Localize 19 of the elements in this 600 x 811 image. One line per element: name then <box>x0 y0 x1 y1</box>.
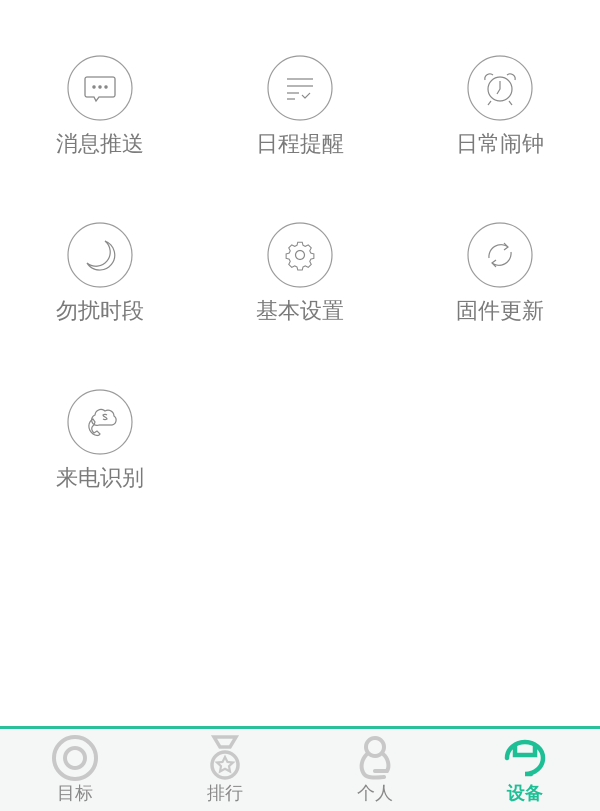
tab[interactable]: 设备 <box>450 729 600 811</box>
refresh-icon[interactable] <box>467 222 533 288</box>
feature-label[interactable]: 基本设置 <box>256 298 344 326</box>
feature-label[interactable]: 勿扰时段 <box>56 298 144 326</box>
target-icon <box>51 734 99 782</box>
feature-label[interactable]: 消息推送 <box>56 131 144 159</box>
tab[interactable]: 个人 <box>300 729 450 811</box>
feature-label[interactable]: 日常闹钟 <box>456 131 544 159</box>
feature-label[interactable]: 日程提醒 <box>256 131 344 159</box>
checklist-icon[interactable] <box>267 55 333 121</box>
alarm-clock-icon[interactable] <box>467 55 533 121</box>
tab[interactable]: 目标 <box>0 729 150 811</box>
feature-label[interactable]: 来电识别 <box>56 465 144 493</box>
gear-icon[interactable] <box>267 222 333 288</box>
tab[interactable]: 排行 <box>150 729 300 811</box>
chat-bubble-icon[interactable] <box>67 55 133 121</box>
phone-cloud-icon[interactable] <box>67 389 133 455</box>
feature-label[interactable]: 固件更新 <box>456 298 544 326</box>
moon-icon[interactable] <box>67 222 133 288</box>
